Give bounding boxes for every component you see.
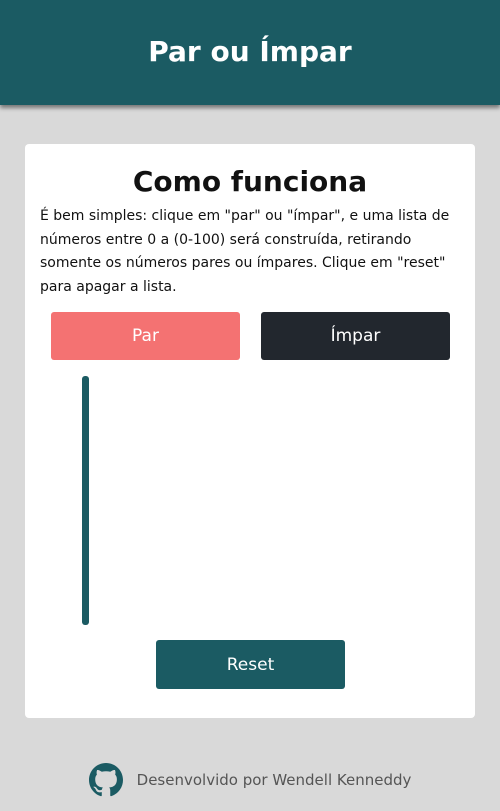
app-title: Par ou Ímpar (148, 35, 352, 68)
github-icon[interactable] (88, 763, 123, 797)
number-list (82, 376, 422, 625)
list-accent-bar (82, 376, 89, 625)
card-title: Como funciona (132, 165, 368, 198)
how-it-works-card: Como funciona É bem simples: clique em "… (25, 144, 475, 718)
footer: Desenvolvido por Wendell Kenneddy (0, 760, 500, 800)
footer-credit: Desenvolvido por Wendell Kenneddy (136, 771, 412, 789)
impar-button[interactable]: Ímpar (261, 312, 450, 360)
reset-button[interactable]: Reset (156, 640, 345, 689)
card-description: É bem simples: clique em "par" ou "ímpar… (40, 208, 450, 295)
par-button[interactable]: Par (51, 312, 240, 360)
app-header: Par ou Ímpar (0, 0, 500, 105)
